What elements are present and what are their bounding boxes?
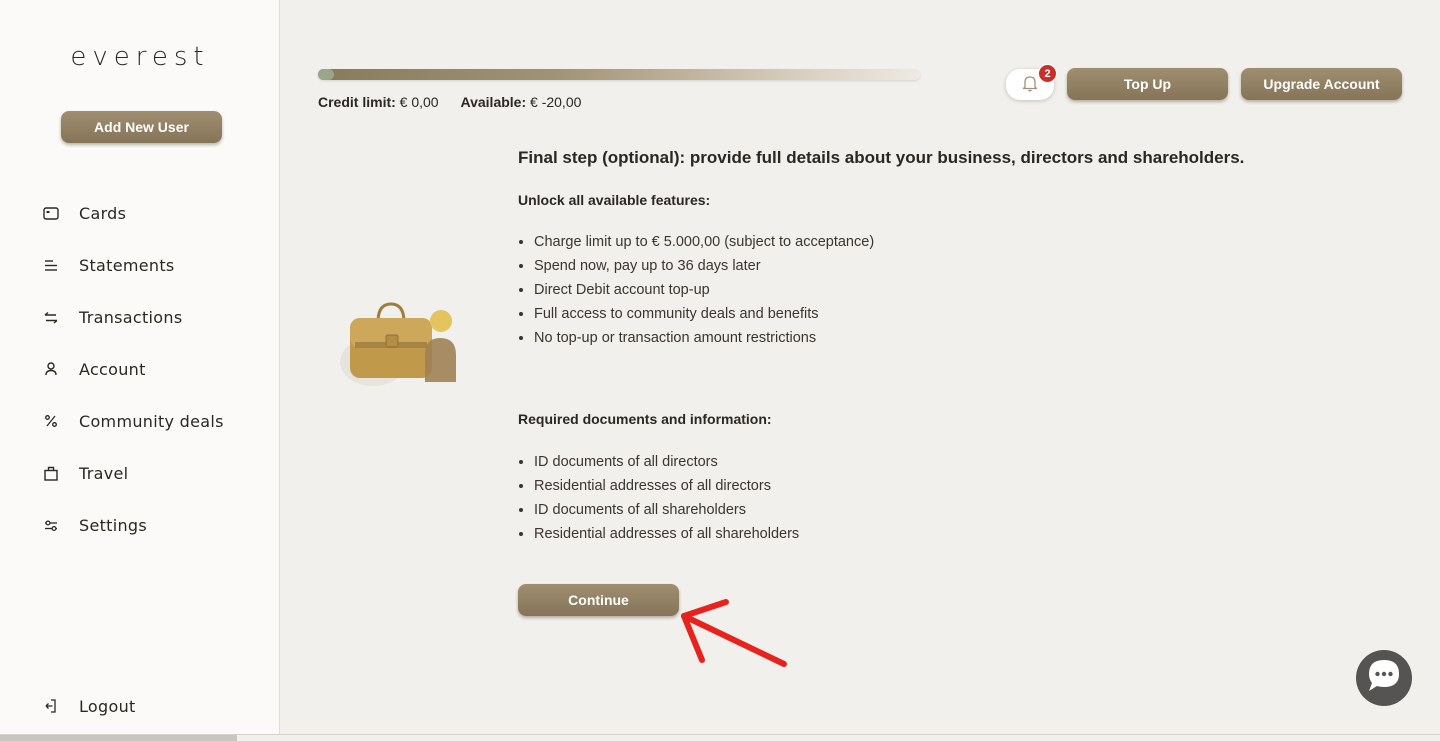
sidebar-item-label: Travel — [79, 463, 129, 483]
chat-button[interactable] — [1356, 650, 1412, 706]
list-item: Residential addresses of all shareholder… — [518, 522, 799, 546]
sidebar-item-transactions[interactable]: Transactions — [40, 302, 260, 332]
documents-list: ID documents of all directors Residentia… — [518, 450, 799, 546]
credit-summary: Credit limit: € 0,00 Available: € -20,00 — [318, 94, 581, 110]
sidebar-item-label: Settings — [79, 515, 148, 535]
account-icon — [40, 361, 62, 377]
list-item: ID documents of all directors — [518, 450, 799, 474]
transactions-icon — [40, 309, 62, 325]
logout-link[interactable]: Logout — [40, 691, 260, 721]
sidebar-item-travel[interactable]: Travel — [40, 458, 260, 488]
settings-icon — [40, 517, 62, 533]
notification-badge: 2 — [1038, 64, 1057, 83]
percent-icon — [40, 413, 62, 429]
annotation-arrow-icon — [676, 590, 796, 679]
features-list: Charge limit up to € 5.000,00 (subject t… — [518, 230, 874, 350]
sidebar-item-community-deals[interactable]: Community deals — [40, 406, 260, 436]
sidebar-item-settings[interactable]: Settings — [40, 510, 260, 540]
credit-progress-bar — [318, 69, 920, 80]
list-item: No top-up or transaction amount restrict… — [518, 326, 874, 350]
sidebar-item-account[interactable]: Account — [40, 354, 260, 384]
list-item: Residential addresses of all directors — [518, 474, 799, 498]
card-icon — [40, 205, 62, 221]
credit-limit-value: € 0,00 — [399, 94, 439, 110]
main-content: Credit limit: € 0,00 Available: € -20,00… — [281, 0, 1440, 735]
sidebar-item-label: Account — [79, 359, 146, 379]
sidebar-item-label: Community deals — [79, 411, 224, 431]
available-label: Available: — [460, 94, 527, 110]
chat-bubble-icon — [1364, 657, 1404, 699]
briefcase-illustration-icon — [338, 300, 468, 404]
sidebar-item-label: Statements — [79, 255, 175, 275]
bell-icon — [1022, 74, 1038, 96]
travel-icon — [40, 465, 62, 481]
documents-title: Required documents and information: — [518, 411, 772, 427]
credit-limit-label: Credit limit: — [318, 94, 396, 110]
add-new-user-button[interactable]: Add New User — [61, 111, 222, 143]
sidebar-item-label: Transactions — [79, 307, 183, 327]
list-item: Spend now, pay up to 36 days later — [518, 254, 874, 278]
upgrade-account-button[interactable]: Upgrade Account — [1241, 68, 1402, 100]
page-heading: Final step (optional): provide full deta… — [518, 148, 1245, 167]
horizontal-scrollbar[interactable] — [0, 735, 237, 741]
statements-icon — [40, 257, 62, 273]
sidebar-item-cards[interactable]: Cards — [40, 198, 260, 228]
sidebar: everest Add New User Cards Statements Tr… — [0, 0, 280, 735]
list-item: Direct Debit account top-up — [518, 278, 874, 302]
list-item: ID documents of all shareholders — [518, 498, 799, 522]
sidebar-item-statements[interactable]: Statements — [40, 250, 260, 280]
list-item: Full access to community deals and benef… — [518, 302, 874, 326]
continue-button[interactable]: Continue — [518, 584, 679, 616]
top-up-button[interactable]: Top Up — [1067, 68, 1228, 100]
credit-progress-fill — [318, 69, 334, 80]
logout-label: Logout — [79, 696, 136, 716]
sidebar-item-label: Cards — [79, 203, 127, 223]
available-value: € -20,00 — [530, 94, 582, 110]
list-item: Charge limit up to € 5.000,00 (subject t… — [518, 230, 874, 254]
logout-icon — [40, 698, 62, 714]
features-title: Unlock all available features: — [518, 192, 711, 208]
brand-logo: everest — [70, 42, 210, 72]
